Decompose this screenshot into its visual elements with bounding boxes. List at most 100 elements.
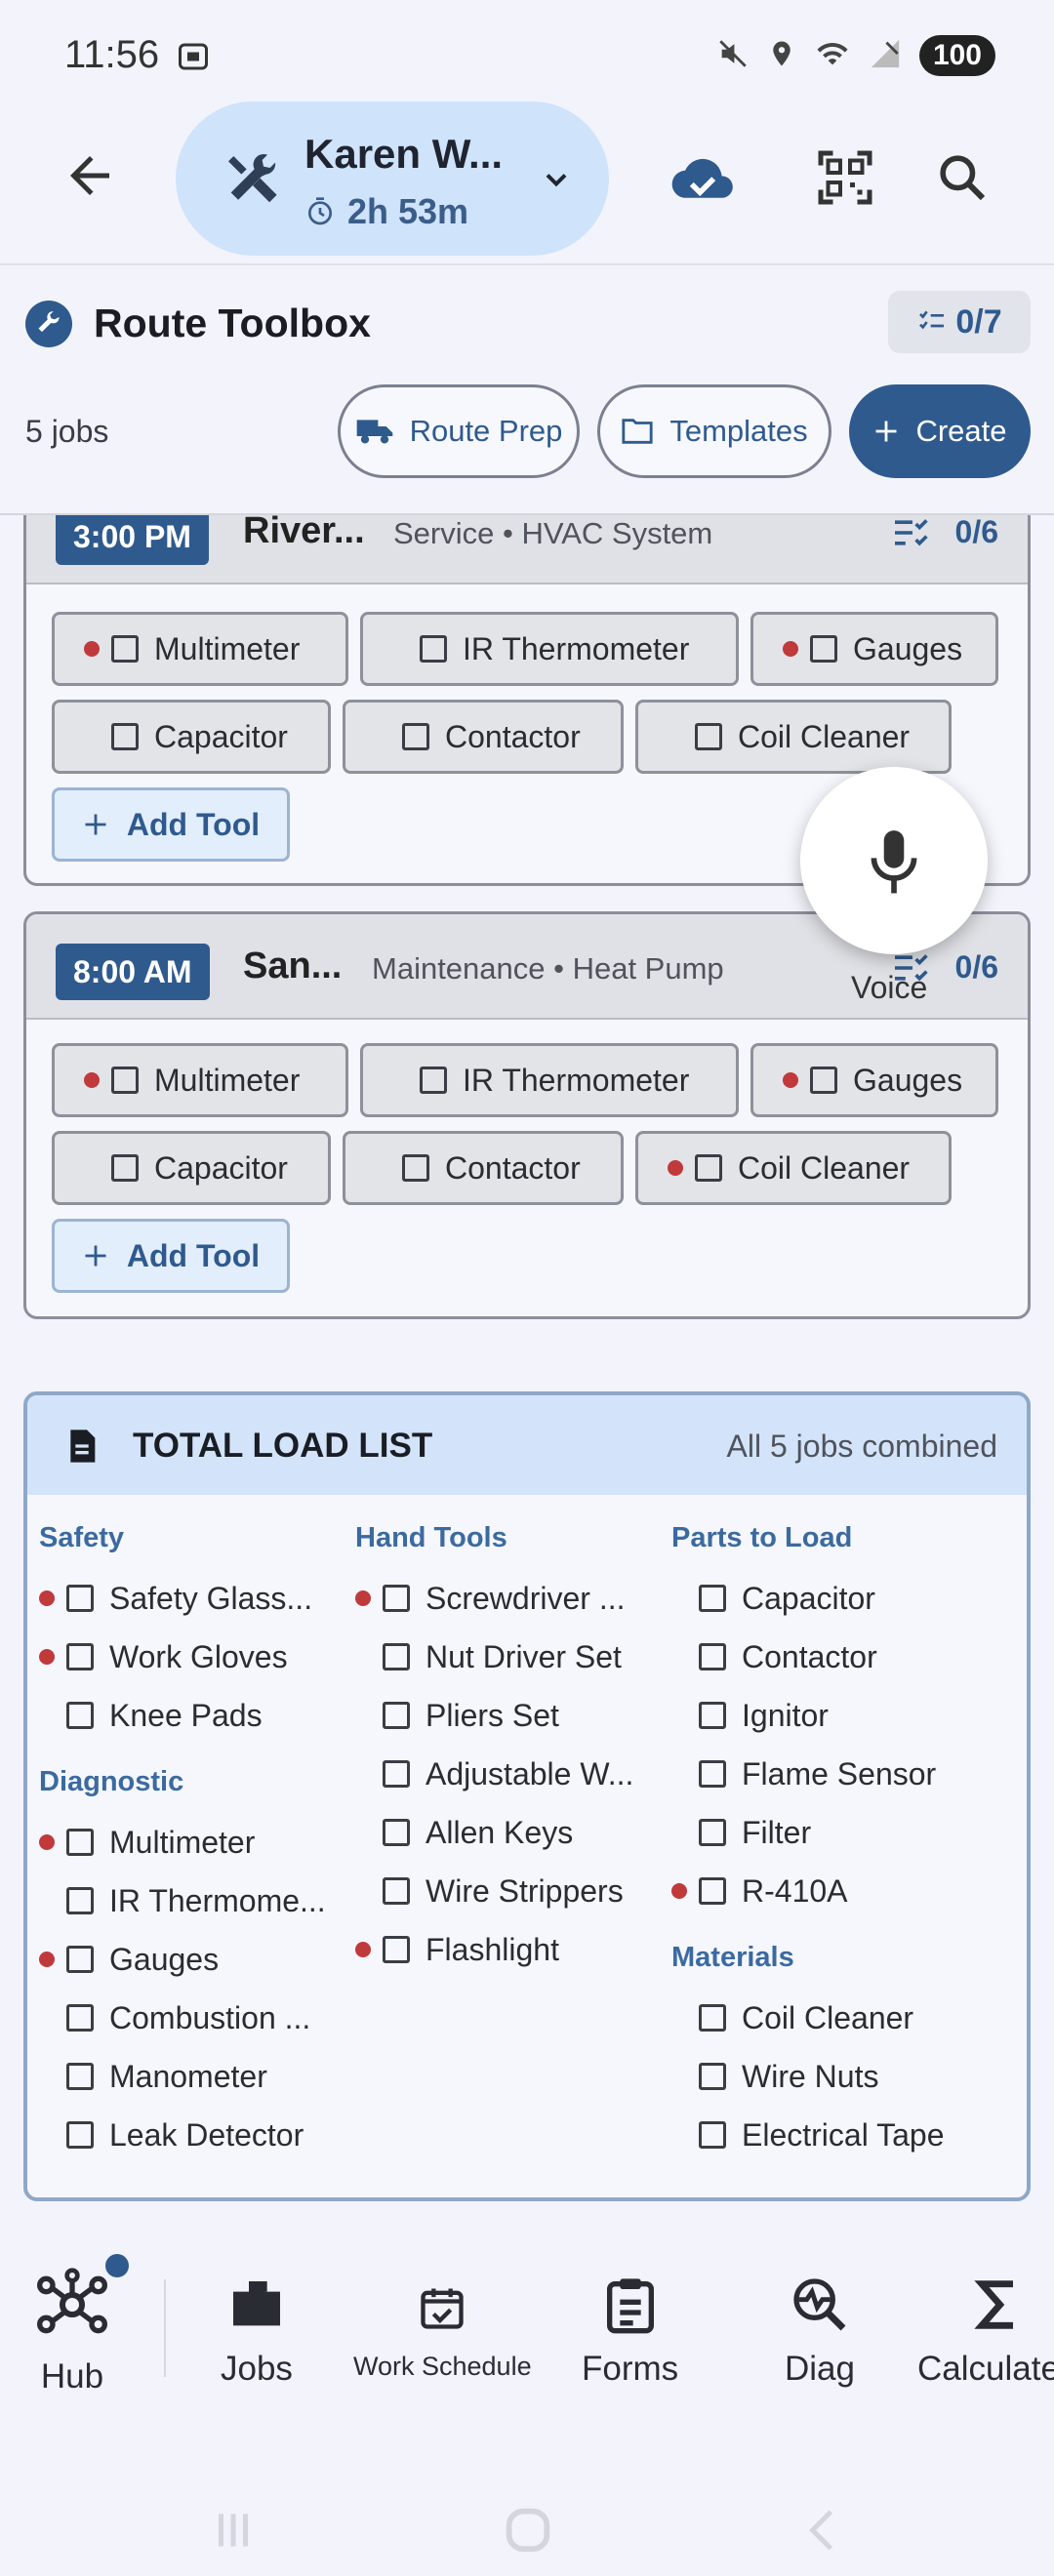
category-title: Hand Tools xyxy=(355,1522,507,1553)
wrench-icon xyxy=(25,301,72,347)
load-item[interactable]: Wire Strippers xyxy=(344,1862,656,1920)
session-timer: 2h 53m xyxy=(304,191,468,232)
tool-label: Capacitor xyxy=(154,718,288,754)
nav-jobs[interactable]: Jobs xyxy=(221,2274,293,2389)
add-tool-label: Add Tool xyxy=(126,806,261,842)
load-item[interactable]: Adjustable W... xyxy=(344,1745,656,1803)
tool-label: Gauges xyxy=(853,1062,963,1098)
job-progress: 0/6 xyxy=(891,514,998,550)
toolbox-progress[interactable]: 0/7 xyxy=(888,291,1031,353)
tool-chip[interactable]: Gauges xyxy=(750,612,998,686)
load-item[interactable]: Pliers Set xyxy=(344,1686,656,1745)
load-item[interactable]: Wire Nuts xyxy=(660,2047,972,2106)
add-tool-button[interactable]: Add Tool xyxy=(52,1219,290,1293)
add-tool-button[interactable]: Add Tool xyxy=(52,787,290,862)
load-item[interactable]: Ignitor xyxy=(660,1686,972,1745)
back-arrow-icon[interactable] xyxy=(61,146,119,210)
route-prep-button[interactable]: Route Prep xyxy=(338,384,580,478)
load-item[interactable]: Flashlight xyxy=(344,1920,656,1979)
load-item[interactable]: Knee Pads xyxy=(27,1686,340,1745)
checklist-icon xyxy=(919,310,945,330)
tool-chip[interactable]: Capacitor xyxy=(52,700,331,774)
load-item[interactable]: Contactor xyxy=(660,1628,972,1686)
truck-icon xyxy=(356,420,392,444)
nav-diag[interactable]: Diag xyxy=(785,2274,855,2389)
load-item[interactable]: Allen Keys xyxy=(344,1803,656,1862)
load-item[interactable]: Filter xyxy=(660,1803,972,1862)
cloud-synced-icon[interactable] xyxy=(669,154,736,214)
search-icon[interactable] xyxy=(935,150,990,210)
hub-icon xyxy=(37,2268,107,2334)
session-selector[interactable]: Karen W... 2h 53m xyxy=(176,101,609,256)
qr-scan-icon[interactable] xyxy=(816,148,874,212)
add-tool-label: Add Tool xyxy=(126,1237,261,1273)
tool-chip[interactable]: IR Thermometer xyxy=(360,612,739,686)
nav-calculate[interactable]: Calculate xyxy=(917,2274,1054,2389)
toolbox-title: Route Toolbox xyxy=(94,301,371,345)
tool-chip[interactable]: Capacitor xyxy=(52,1131,331,1205)
recents-icon[interactable] xyxy=(209,2506,258,2555)
tool-chip[interactable]: Gauges xyxy=(750,1043,998,1117)
voice-label: Voice xyxy=(851,970,928,1005)
tool-label: Capacitor xyxy=(154,1149,288,1186)
load-item[interactable]: Safety Glass... xyxy=(27,1569,340,1628)
app-bar: Karen W... 2h 53m xyxy=(0,98,1054,263)
load-item[interactable]: Combustion ... xyxy=(27,1989,340,2047)
folder-icon xyxy=(622,419,653,444)
load-item[interactable]: Coil Cleaner xyxy=(660,1989,972,2047)
document-icon xyxy=(62,1427,101,1470)
job-progress-value: 0/6 xyxy=(954,514,998,549)
nav-divider xyxy=(164,2279,166,2377)
signal-icon xyxy=(869,37,902,75)
nav-jobs-label: Jobs xyxy=(221,2350,293,2388)
load-item[interactable]: Electrical Tape xyxy=(660,2106,972,2164)
create-button[interactable]: Create xyxy=(849,384,1031,478)
load-item[interactable]: Capacitor xyxy=(660,1569,972,1628)
tool-chip[interactable]: Multimeter xyxy=(52,1043,348,1117)
nav-forms[interactable]: Forms xyxy=(582,2274,678,2389)
status-time: 11:56 xyxy=(64,33,160,76)
load-item[interactable]: Leak Detector xyxy=(27,2106,340,2164)
battery-indicator: 100 xyxy=(918,35,995,76)
category-title: Diagnostic xyxy=(39,1766,184,1797)
back-nav-icon[interactable] xyxy=(798,2506,847,2555)
load-item[interactable]: Gauges xyxy=(27,1930,340,1989)
system-navigation xyxy=(0,2459,1054,2576)
load-column: Parts to Load Capacitor Contactor Ignito… xyxy=(660,1522,972,2164)
load-item[interactable]: R-410A xyxy=(660,1862,972,1920)
sigma-icon xyxy=(974,2280,1013,2329)
load-item[interactable]: Manometer xyxy=(27,2047,340,2106)
load-item[interactable]: Flame Sensor xyxy=(660,1745,972,1803)
load-item[interactable]: Multimeter xyxy=(27,1813,340,1872)
templates-label: Templates xyxy=(669,414,808,448)
jobs-count: 5 jobs xyxy=(25,414,109,449)
load-list-title: TOTAL LOAD LIST xyxy=(133,1427,433,1465)
tool-chip[interactable]: Coil Cleaner xyxy=(635,1131,952,1205)
tool-label: Coil Cleaner xyxy=(738,718,911,754)
wifi-icon xyxy=(814,37,851,75)
voice-button[interactable] xyxy=(800,767,988,954)
load-list-header: TOTAL LOAD LIST All 5 jobs combined xyxy=(27,1395,1027,1495)
load-item[interactable]: Nut Driver Set xyxy=(344,1628,656,1686)
screenshot-icon xyxy=(176,39,211,79)
load-item[interactable]: Work Gloves xyxy=(27,1628,340,1686)
job-name: San... xyxy=(243,946,343,986)
category-title: Safety xyxy=(39,1522,125,1553)
tool-label: Gauges xyxy=(853,630,963,666)
load-item[interactable]: IR Thermome... xyxy=(27,1872,340,1930)
home-icon[interactable] xyxy=(500,2502,556,2558)
nav-hub[interactable]: Hub xyxy=(33,2266,111,2396)
load-item[interactable]: Screwdriver ... xyxy=(344,1569,656,1628)
tool-chip[interactable]: Multimeter xyxy=(52,612,348,686)
templates-button[interactable]: Templates xyxy=(597,384,831,478)
tool-chip[interactable]: IR Thermometer xyxy=(360,1043,739,1117)
tool-chip[interactable]: Contactor xyxy=(343,1131,624,1205)
clipboard-icon xyxy=(606,2278,654,2334)
route-toolbox-panel: Route Toolbox 0/7 5 jobs Route Prep Temp… xyxy=(0,265,1054,515)
tool-chip[interactable]: Coil Cleaner xyxy=(635,700,952,774)
tool-chip[interactable]: Contactor xyxy=(343,700,624,774)
job-progress-value: 0/6 xyxy=(954,949,998,985)
nav-work-schedule[interactable]: Work Schedule xyxy=(353,2281,532,2382)
nav-calculate-label: Calculate xyxy=(917,2350,1054,2388)
category-title: Parts to Load xyxy=(671,1522,853,1553)
